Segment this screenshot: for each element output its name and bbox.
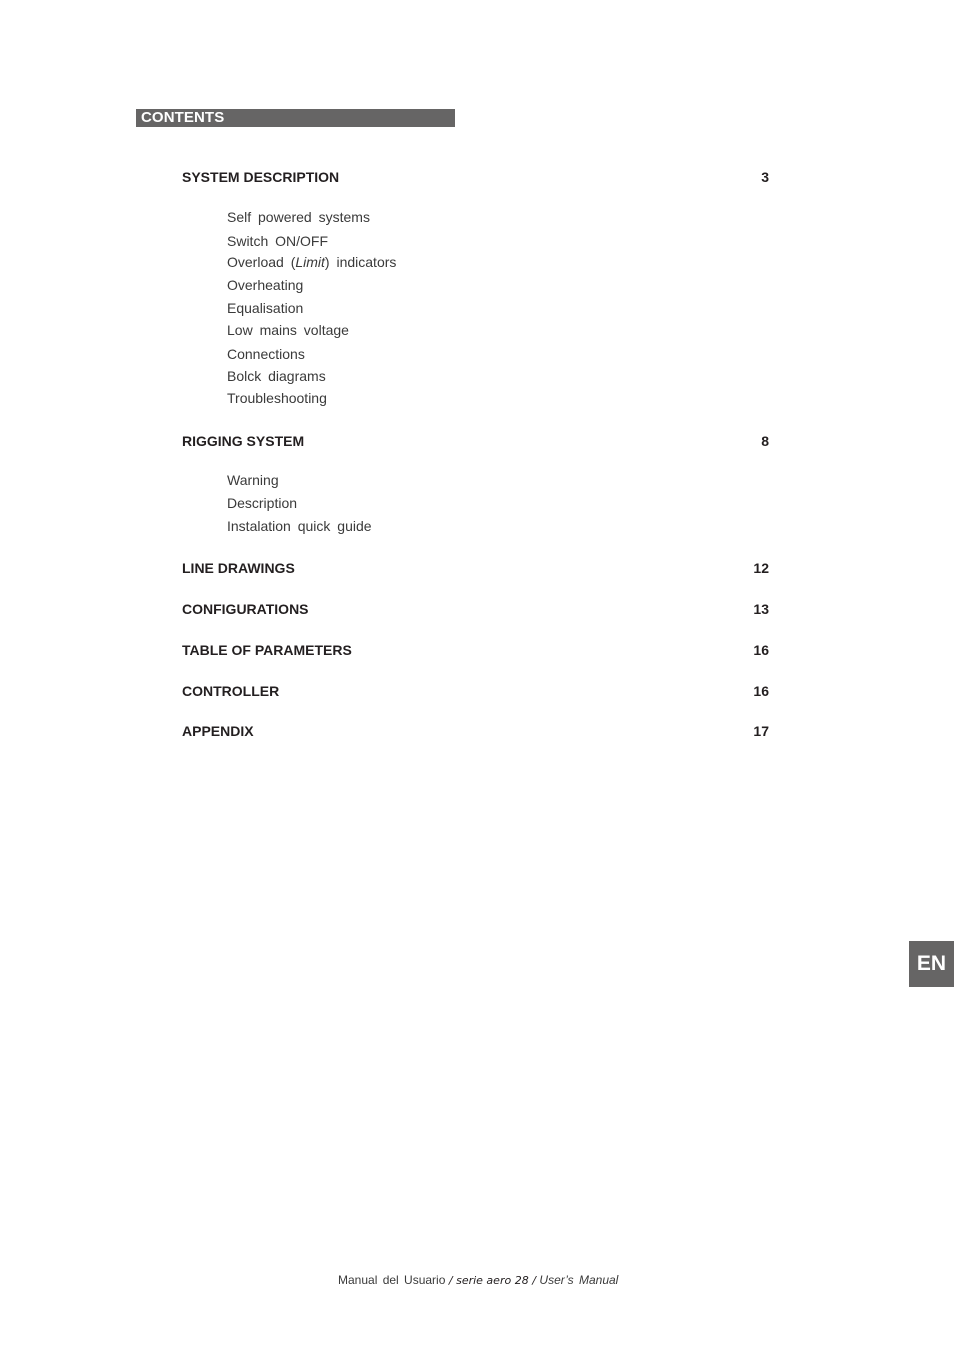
footer-left: Manual del Usuario [338, 1273, 446, 1287]
toc-section-title[interactable]: SYSTEM DESCRIPTION [182, 168, 339, 186]
toc-section-page: 13 [753, 601, 769, 617]
toc-section-title[interactable]: TABLE OF PARAMETERS [182, 641, 352, 659]
toc-subitem[interactable]: Bolck diagrams [227, 367, 326, 385]
toc-subitem[interactable]: Troubleshooting [227, 389, 327, 407]
toc-section-appendix[interactable]: APPENDIX 17 [182, 722, 769, 742]
overload-text-italic: Limit [295, 254, 325, 270]
contents-header-bar: CONTENTS [136, 109, 455, 127]
contents-title: CONTENTS [141, 109, 225, 126]
toc-subitem[interactable]: Equalisation [227, 299, 303, 317]
toc-subitem[interactable]: Self powered systems [227, 208, 370, 226]
toc-section-page: 16 [753, 642, 769, 658]
toc-subitem[interactable]: Low mains voltage [227, 321, 349, 339]
toc-section-title[interactable]: CONFIGURATIONS [182, 600, 309, 618]
language-tab-en: EN [909, 941, 954, 987]
toc-section-page: 12 [753, 560, 769, 576]
toc-section-controller[interactable]: CONTROLLER 16 [182, 682, 769, 702]
toc-section-title[interactable]: RIGGING SYSTEM [182, 432, 304, 450]
toc-subitem[interactable]: Instalation quick guide [227, 517, 372, 535]
toc-section-page: 3 [761, 169, 769, 185]
footer-separator: / [445, 1274, 457, 1287]
overload-text-after: ) indicators [324, 254, 397, 270]
toc-section-rigging-system[interactable]: RIGGING SYSTEM 8 [182, 432, 769, 452]
toc-subitem[interactable]: Description [227, 494, 297, 512]
footer-series: serie aero 28 [456, 1274, 529, 1287]
overload-text-before: Overload ( [227, 254, 296, 270]
toc-subitem-overload[interactable]: Overload (Limit) indicators [227, 253, 396, 271]
toc-section-line-drawings[interactable]: LINE DRAWINGS 12 [182, 559, 769, 579]
toc-subitem[interactable]: Connections [227, 345, 305, 363]
footer-right: User’s Manual [539, 1273, 619, 1287]
toc-section-page: 17 [753, 723, 769, 739]
toc-subitem[interactable]: Overheating [227, 276, 303, 294]
language-label: EN [916, 952, 947, 975]
footer-separator: / [528, 1274, 540, 1287]
toc-section-page: 16 [753, 683, 769, 699]
toc-subitem[interactable]: Warning [227, 471, 279, 489]
toc-section-table-of-parameters[interactable]: TABLE OF PARAMETERS 16 [182, 641, 769, 661]
toc-section-system-description[interactable]: SYSTEM DESCRIPTION 3 [182, 168, 769, 188]
toc-section-title[interactable]: LINE DRAWINGS [182, 559, 295, 577]
toc-section-title[interactable]: CONTROLLER [182, 682, 279, 700]
page-footer: Manual del Usuario / serie aero 28 / Use… [338, 1272, 618, 1289]
toc-subitem[interactable]: Switch ON/OFF [227, 232, 328, 250]
toc-section-title[interactable]: APPENDIX [182, 722, 254, 740]
toc-section-configurations[interactable]: CONFIGURATIONS 13 [182, 600, 769, 620]
toc-section-page: 8 [761, 433, 769, 449]
